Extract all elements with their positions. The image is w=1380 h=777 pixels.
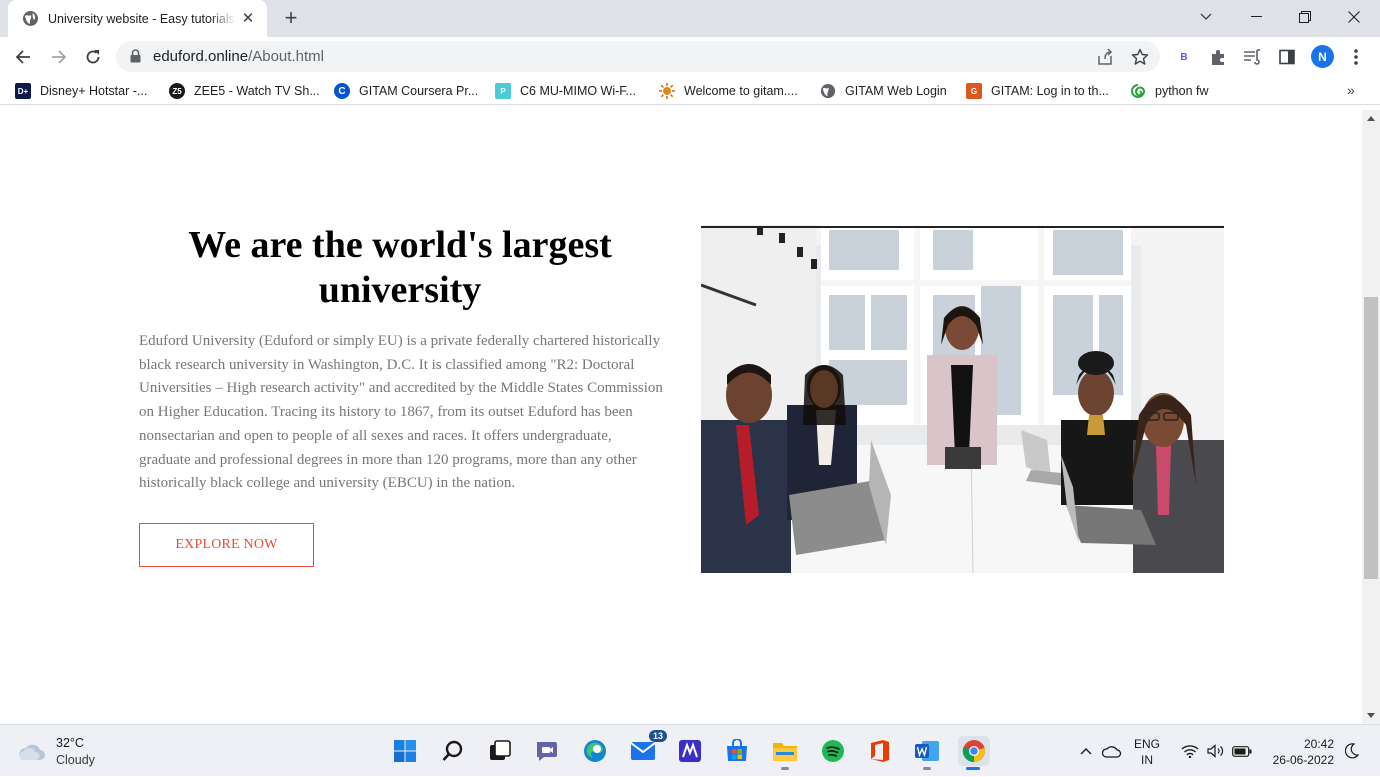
language-code: ENG — [1134, 737, 1161, 751]
hotstar-icon: D+ — [15, 83, 31, 99]
zee5-icon: Z5 — [169, 83, 185, 99]
tab-active[interactable]: University website - Easy tutorials ✕ — [8, 0, 267, 37]
windows-taskbar: 32°C Cloudy 13 ENG IN 20:42 26-06-2022 — [0, 724, 1380, 776]
bookmark-gitam-login[interactable]: G GITAM: Log in to th... — [966, 81, 1109, 101]
bookmark-label: python fw — [1155, 84, 1209, 98]
tplink-icon: P — [495, 83, 511, 99]
mail-badge: 13 — [648, 730, 667, 742]
tab-title: University website - Easy tutorials — [48, 11, 235, 26]
running-indicator — [923, 767, 931, 770]
restore-button[interactable] — [1281, 0, 1329, 33]
reading-list-icon[interactable] — [1241, 46, 1263, 68]
chrome-taskbar-icon[interactable] — [958, 736, 990, 770]
bookmark-tplink[interactable]: P C6 MU-MIMO Wi-F... — [495, 81, 636, 101]
clock-time: 20:42 — [1303, 737, 1334, 751]
system-clock[interactable]: 20:42 26-06-2022 — [1258, 736, 1334, 768]
bookmark-hotstar[interactable]: D+ Disney+ Hotstar -... — [15, 81, 147, 101]
bookmark-gitam-web-login[interactable]: GITAM Web Login — [820, 81, 947, 101]
region-code: IN — [1141, 753, 1153, 767]
app-mt-icon[interactable] — [675, 736, 705, 766]
globe-icon — [22, 10, 39, 27]
running-indicator — [966, 767, 980, 770]
chrome-menu-icon[interactable] — [1345, 46, 1367, 68]
about-heading: We are the world's largest university — [188, 224, 612, 311]
wifi-icon[interactable] — [1179, 725, 1201, 777]
clock-date: 26-06-2022 — [1272, 753, 1334, 767]
battery-icon[interactable] — [1231, 725, 1253, 777]
bookmark-coursera[interactable]: C GITAM Coursera Pr... — [334, 81, 478, 101]
extension-b-icon[interactable]: B — [1173, 46, 1195, 68]
focus-assist-moon-icon[interactable] — [1341, 725, 1363, 777]
language-indicator[interactable]: ENG IN — [1134, 736, 1160, 768]
python-fw-icon — [1130, 83, 1146, 99]
gitam-sun-icon — [659, 83, 675, 99]
about-image — [701, 225, 1224, 573]
running-indicator — [781, 767, 789, 770]
bookmark-label: Disney+ Hotstar -... — [40, 84, 148, 98]
onedrive-icon[interactable] — [1100, 725, 1124, 777]
tab-search-chevron-icon[interactable] — [1182, 0, 1230, 33]
bookmark-python-fw[interactable]: python fw — [1130, 81, 1209, 101]
globe-icon — [820, 83, 836, 99]
lock-icon[interactable] — [130, 49, 141, 68]
gitam-logo-icon: G — [966, 83, 982, 99]
reload-button[interactable] — [79, 43, 107, 71]
scroll-up-arrow-icon[interactable] — [1367, 116, 1375, 121]
mail-icon[interactable]: 13 — [628, 730, 667, 766]
start-button[interactable] — [390, 736, 420, 766]
weather-temperature: 32°C — [56, 736, 84, 750]
microsoft-store-icon[interactable] — [722, 736, 752, 766]
teams-chat-icon[interactable] — [532, 736, 562, 766]
task-view-icon[interactable] — [485, 736, 515, 766]
side-panel-icon[interactable] — [1276, 46, 1298, 68]
show-hidden-icons-chevron[interactable] — [1076, 725, 1096, 777]
forward-button[interactable] — [45, 43, 73, 71]
coursera-icon: C — [334, 83, 350, 99]
minimize-button[interactable] — [1232, 0, 1280, 33]
browser-toolbar: eduford.online/About.html B N — [0, 37, 1380, 76]
page-viewport: We are the world's largest university Ed… — [0, 110, 1362, 724]
bookmark-label: GITAM Coursera Pr... — [359, 84, 479, 98]
office-icon[interactable] — [865, 736, 895, 766]
scroll-down-arrow-icon[interactable] — [1367, 713, 1375, 718]
bookmark-label: Welcome to gitam.... — [684, 84, 798, 98]
url-host: eduford.online — [153, 48, 249, 65]
scrollbar-thumb[interactable] — [1364, 297, 1378, 579]
bookmark-label: C6 MU-MIMO Wi-F... — [520, 84, 636, 98]
tab-close-icon[interactable]: ✕ — [239, 9, 257, 27]
profile-avatar[interactable]: N — [1311, 45, 1334, 68]
bookmarks-overflow-icon[interactable]: » — [1347, 82, 1355, 98]
back-button[interactable] — [9, 43, 37, 71]
edge-icon[interactable] — [580, 736, 610, 766]
bookmark-zee5[interactable]: Z5 ZEE5 - Watch TV Sh... — [169, 81, 320, 101]
close-window-button[interactable] — [1330, 0, 1378, 33]
extensions-puzzle-icon[interactable] — [1207, 46, 1229, 68]
address-bar[interactable]: eduford.online/About.html — [116, 41, 1160, 72]
cloud-icon — [19, 744, 45, 760]
volume-icon[interactable] — [1205, 725, 1227, 777]
weather-condition: Cloudy — [56, 753, 95, 767]
weather-widget[interactable]: 32°C Cloudy — [18, 735, 95, 769]
bookmark-gitam-welcome[interactable]: Welcome to gitam.... — [659, 81, 798, 101]
page-scrollbar[interactable] — [1362, 110, 1380, 724]
bookmark-star-icon[interactable] — [1130, 47, 1150, 67]
spotify-icon[interactable] — [818, 736, 848, 766]
url-path: /About.html — [248, 48, 324, 65]
file-explorer-icon[interactable] — [770, 736, 800, 770]
bookmark-label: GITAM Web Login — [845, 84, 947, 98]
url-text[interactable]: eduford.online/About.html — [153, 48, 324, 65]
tab-strip: University website - Easy tutorials ✕ + — [0, 0, 1380, 37]
search-icon[interactable] — [438, 736, 468, 766]
about-paragraph: Eduford University (Eduford or simply EU… — [139, 333, 663, 492]
new-tab-button[interactable]: + — [280, 7, 302, 29]
bookmark-label: GITAM: Log in to th... — [991, 84, 1109, 98]
bookmarks-bar: D+ Disney+ Hotstar -... Z5 ZEE5 - Watch … — [0, 76, 1380, 105]
word-icon[interactable] — [912, 736, 942, 770]
explore-now-button[interactable]: EXPLORE NOW — [139, 523, 314, 567]
bookmark-label: ZEE5 - Watch TV Sh... — [194, 84, 320, 98]
share-icon[interactable] — [1095, 47, 1115, 67]
